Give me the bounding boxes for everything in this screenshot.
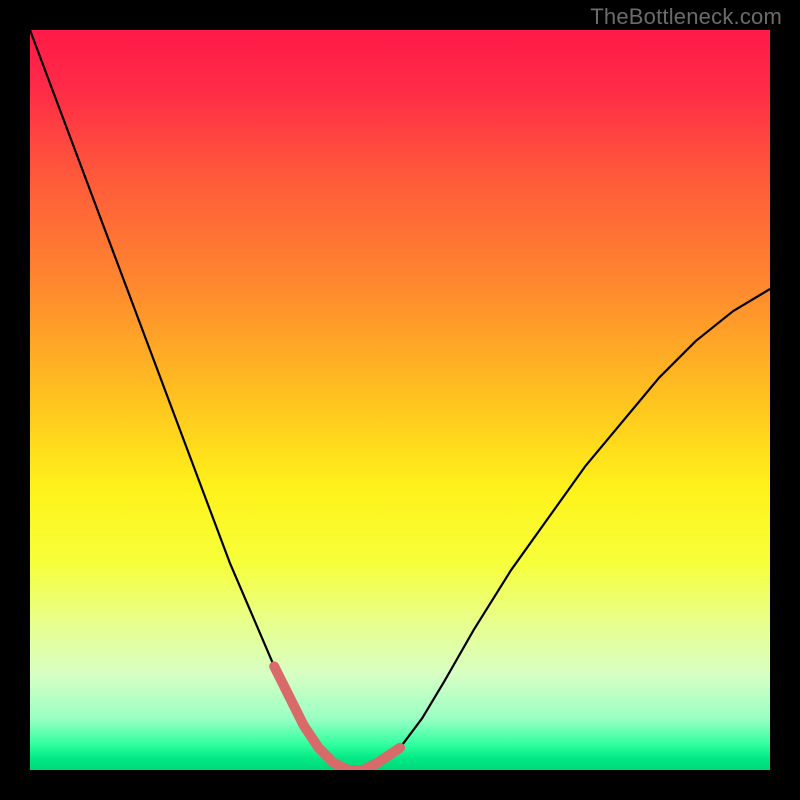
chart-frame: TheBottleneck.com <box>0 0 800 800</box>
chart-background <box>30 30 770 770</box>
watermark-text: TheBottleneck.com <box>590 4 782 30</box>
bottleneck-chart <box>30 30 770 770</box>
